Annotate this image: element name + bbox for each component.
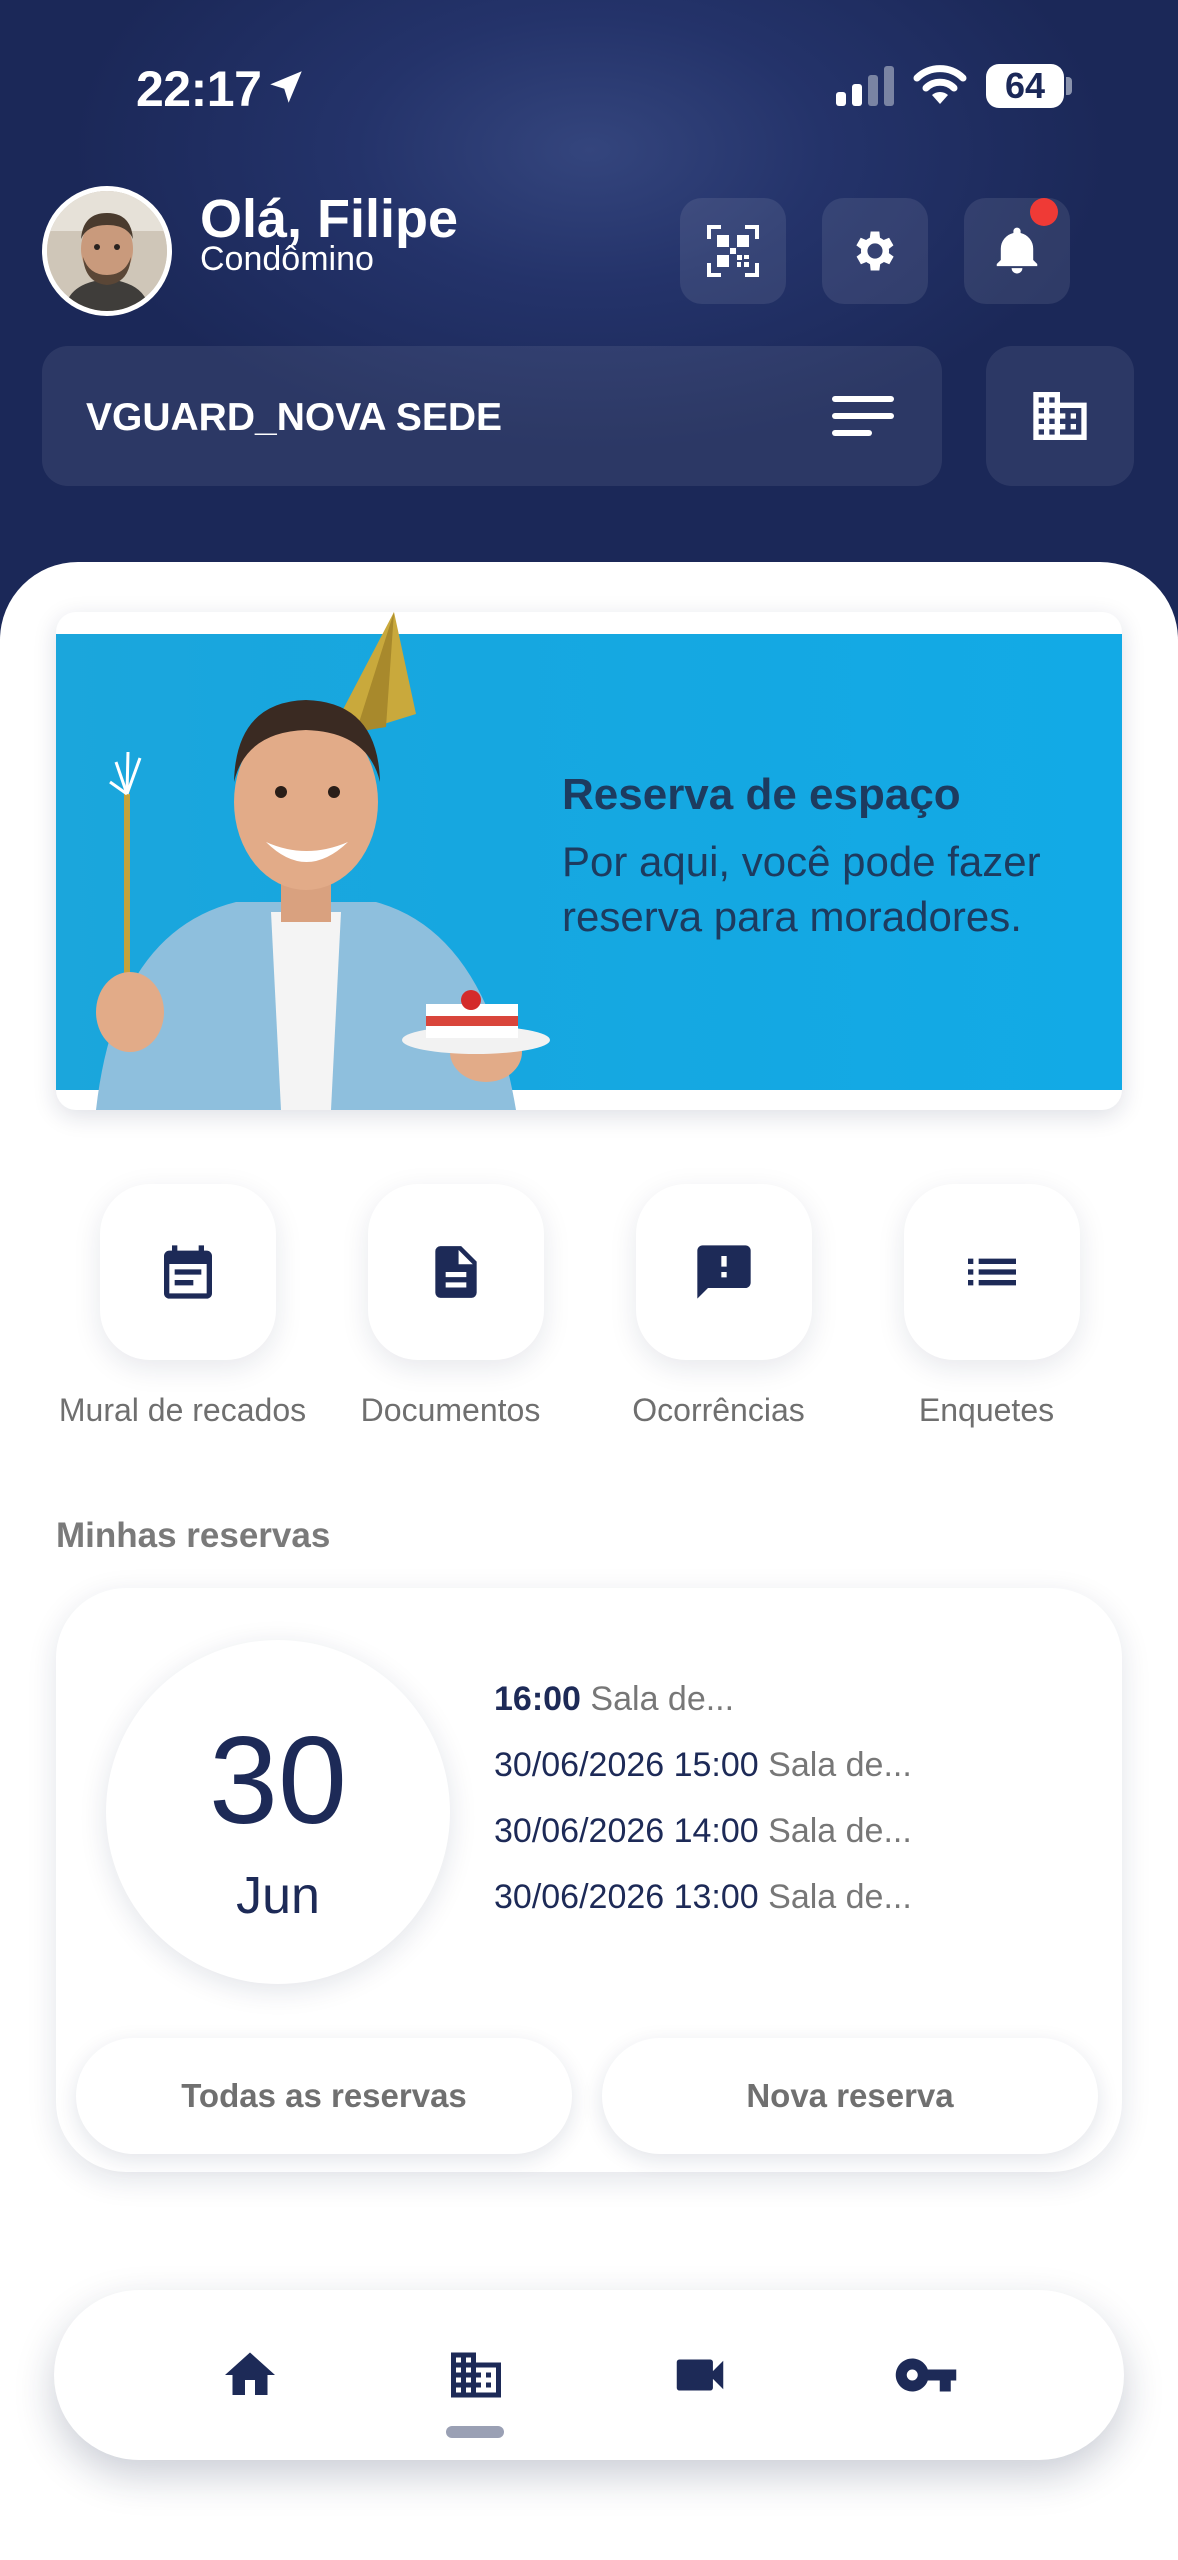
date-day: 30 (209, 1712, 347, 1850)
quick-action-enquetes[interactable]: Enquetes (860, 1184, 1110, 1444)
document-icon (435, 1246, 477, 1298)
quick-action-label: Enquetes (918, 1392, 1055, 1428)
list-icon (968, 1258, 1016, 1286)
date-display: 30 Jun (106, 1640, 450, 1984)
reservation-room: Sala de... (768, 1746, 912, 1784)
alert-message-icon (697, 1245, 751, 1299)
user-photo (47, 191, 167, 311)
active-tab-indicator (446, 2426, 504, 2438)
reservation-room: Sala de... (768, 1878, 912, 1916)
quick-action-mural-button[interactable] (100, 1184, 276, 1360)
condo-selector[interactable]: VGUARD_NOVA SEDE (42, 346, 942, 486)
location-arrow-icon (270, 71, 302, 103)
reservation-room: Sala de... (768, 1812, 912, 1850)
quick-action-ocorrencias-button[interactable] (636, 1184, 812, 1360)
reservation-item[interactable]: 30/06/2026 14:00 Sala de... (494, 1812, 912, 1851)
bell-icon (996, 227, 1038, 274)
new-reservation-button[interactable]: Nova reserva (602, 2038, 1098, 2154)
building-icon (1033, 392, 1087, 440)
quick-action-ocorrencias[interactable]: Ocorrências (592, 1184, 842, 1444)
user-role: Condômino (200, 240, 374, 278)
section-title-reservations: Minhas reservas (56, 1516, 331, 1555)
bottom-navigation (54, 2290, 1124, 2460)
key-icon (895, 2358, 957, 2392)
status-time: 22:17 (136, 61, 262, 117)
all-reservations-button[interactable]: Todas as reservas (76, 2038, 572, 2154)
video-camera-icon (676, 2359, 724, 2391)
nav-camera[interactable] (660, 2340, 740, 2410)
wifi-icon (913, 65, 967, 104)
condo-name: VGUARD_NOVA SEDE (86, 396, 503, 439)
qr-code-icon (707, 225, 759, 277)
quick-action-mural[interactable]: Mural de recados (56, 1184, 306, 1444)
nav-key[interactable] (886, 2340, 966, 2410)
quick-action-documentos[interactable]: Documentos (324, 1184, 574, 1444)
nav-home[interactable] (210, 2340, 290, 2410)
banner-illustration (96, 612, 550, 1110)
cellular-signal-icon (836, 66, 894, 106)
menu-icon (832, 396, 894, 436)
qr-code-button[interactable] (680, 198, 786, 304)
quick-action-label: Ocorrências (632, 1392, 805, 1428)
quick-action-label: Mural de recados (58, 1392, 307, 1428)
nav-building[interactable] (436, 2340, 516, 2410)
calendar-board-icon (164, 1245, 212, 1299)
notifications-button[interactable] (964, 198, 1070, 304)
switch-building-button[interactable] (986, 346, 1134, 486)
home-icon (225, 2352, 275, 2395)
quick-action-enquetes-button[interactable] (904, 1184, 1080, 1360)
quick-action-label: Documentos (360, 1392, 541, 1428)
date-month: Jun (236, 1867, 320, 1925)
notification-badge (1030, 198, 1058, 226)
gear-icon (856, 231, 894, 271)
quick-action-documentos-button[interactable] (368, 1184, 544, 1360)
battery-indicator: 64 (986, 64, 1064, 108)
reservation-item[interactable]: 30/06/2026 13:00 Sala de... (494, 1878, 912, 1917)
reservation-room: Sala de... (590, 1680, 735, 1718)
reservation-datetime: 30/06/2026 14:00 (494, 1812, 759, 1850)
building-icon (451, 2352, 501, 2398)
settings-button[interactable] (822, 198, 928, 304)
reservation-item[interactable]: 30/06/2026 15:00 Sala de... (494, 1746, 912, 1785)
avatar[interactable] (42, 186, 172, 316)
reservation-datetime: 30/06/2026 15:00 (494, 1746, 759, 1784)
battery-tip (1066, 77, 1072, 95)
promo-banner[interactable]: Reserva de espaço Por aqui, você pode fa… (56, 612, 1122, 1110)
banner-title: Reserva de espaço (562, 770, 961, 819)
reservation-item[interactable]: 16:00 Sala de... (494, 1680, 734, 1719)
reservation-datetime: 16:00 (494, 1680, 581, 1718)
banner-text: Por aqui, você pode fazer reserva para m… (562, 838, 1041, 940)
reservation-datetime: 30/06/2026 13:00 (494, 1878, 759, 1916)
reservations-card: 30 Jun 16:00 Sala de... 30/06/2026 15:00… (56, 1588, 1122, 2172)
